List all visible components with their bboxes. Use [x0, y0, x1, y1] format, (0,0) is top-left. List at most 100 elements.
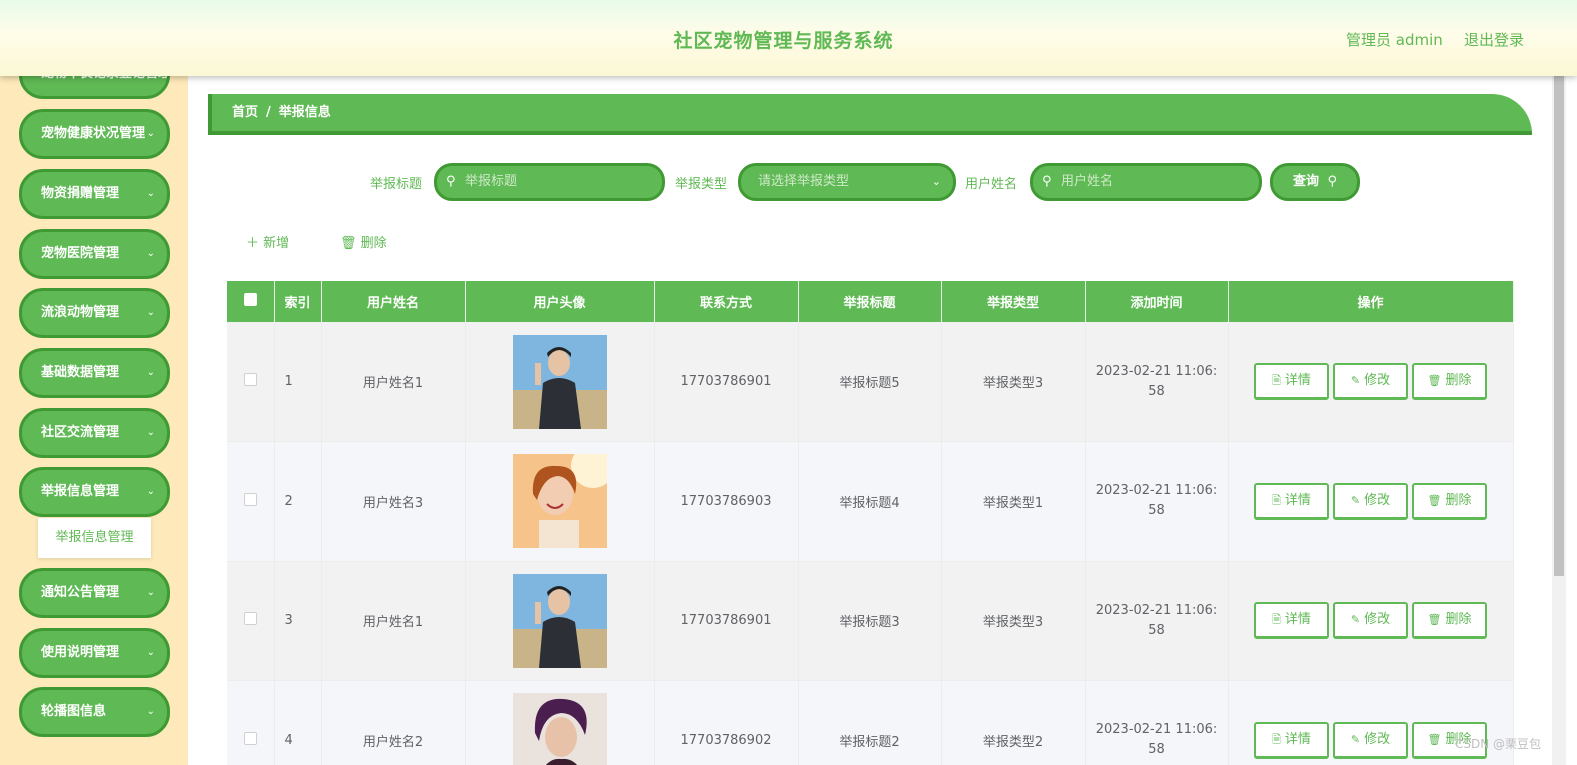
- column-header: 联系方式: [654, 281, 799, 322]
- search-icon: ⚲: [1327, 174, 1338, 189]
- edit-button[interactable]: ✎ 修改: [1333, 482, 1408, 520]
- delete-button[interactable]: 🗑 删除: [1412, 602, 1487, 640]
- bulk-delete-button[interactable]: 🗑 删除: [340, 232, 387, 251]
- submenu-item-report[interactable]: 举报信息管理: [38, 518, 151, 558]
- sidebar-item-label: 通知公告管理: [41, 585, 120, 600]
- select-all-checkbox[interactable]: [243, 293, 257, 306]
- breadcrumb: 首页 / 举报信息: [208, 94, 1532, 135]
- edit-button[interactable]: ✎ 修改: [1333, 721, 1408, 759]
- sidebar-item-label: 社区交流管理: [41, 425, 120, 440]
- chevron-down-icon: ⌄: [146, 647, 155, 658]
- name-cell: 用户姓名3: [321, 441, 466, 562]
- sidebar-item-basic-data[interactable]: 基础数据管理 ⌄: [19, 348, 170, 398]
- row-checkbox[interactable]: [243, 731, 257, 745]
- query-button-label: 查询: [1292, 174, 1319, 189]
- detail-label: 详情: [1284, 612, 1311, 628]
- delete-button[interactable]: 🗑 删除: [1412, 482, 1487, 520]
- title-cell: 举报标题3: [798, 561, 942, 681]
- sidebar-item-notice[interactable]: 通知公告管理 ⌄: [19, 568, 170, 618]
- sidebar-item-label: 宠物健康状况管理: [41, 126, 146, 141]
- detail-button[interactable]: 🗎 详情: [1254, 482, 1329, 520]
- sidebar-item-report[interactable]: 举报信息管理 ⌄: [19, 467, 170, 517]
- row-checkbox[interactable]: [243, 373, 257, 386]
- sidebar-item-stray-animal[interactable]: 流浪动物管理 ⌄: [19, 288, 170, 338]
- pencil-icon: ✎: [1350, 374, 1361, 387]
- trash-icon: 🗑: [1427, 493, 1442, 507]
- sidebar-item-instructions[interactable]: 使用说明管理 ⌄: [19, 628, 170, 678]
- delete-button[interactable]: 🗑 删除: [1412, 363, 1487, 400]
- chevron-down-icon: ⌄: [146, 307, 155, 318]
- sidebar-item-donation[interactable]: 物资捐赠管理 ⌄: [19, 169, 170, 219]
- column-header: 举报标题: [798, 281, 942, 322]
- sidebar-item-label: 物资捐赠管理: [41, 186, 120, 201]
- report-title-placeholder: 举报标题: [465, 174, 518, 189]
- avatar-cell: [465, 561, 655, 681]
- report-type-select[interactable]: 请选择举报类型 ⌄: [738, 163, 956, 201]
- index-cell: 3: [274, 561, 322, 681]
- time-cell: 2023-02-21 11:06:58: [1085, 680, 1229, 765]
- chevron-down-icon: ⌄: [146, 427, 155, 438]
- avatar-cell: [465, 322, 655, 442]
- document-icon: 🗎: [1272, 613, 1281, 627]
- edit-button[interactable]: ✎ 修改: [1333, 363, 1408, 400]
- sidebar-item-label: 使用说明管理: [41, 645, 120, 660]
- table-row: 4 用户姓名2 17703786902 举报标题2 举报类型2 2023-02-…: [227, 680, 1514, 765]
- table-row: 3 用户姓名1 17703786901 举报标题3 举报类型3 2023-02-…: [227, 561, 1514, 681]
- name-cell: 用户姓名1: [321, 322, 466, 442]
- watermark: CSDN @栗豆包: [1455, 737, 1542, 751]
- scrollbar-thumb[interactable]: [1554, 76, 1564, 576]
- row-select-cell: [227, 680, 275, 765]
- breadcrumb-separator: /: [266, 105, 271, 120]
- sidebar-item-pet-hospital[interactable]: 宠物医院管理 ⌄: [19, 229, 170, 279]
- column-header: 添加时间: [1085, 281, 1229, 322]
- plus-icon: ＋: [246, 236, 260, 251]
- sidebar-item-label: 轮播图信息: [41, 704, 107, 719]
- report-type-label: 举报类型: [675, 177, 728, 192]
- admin-label: 管理员 admin: [1346, 31, 1443, 49]
- sidebar-item-label: 举报信息管理: [41, 484, 120, 499]
- avatar: [512, 334, 607, 429]
- detail-button[interactable]: 🗎 详情: [1254, 602, 1329, 640]
- top-header: 社区宠物管理与服务系统 管理员 admin 退出登录: [0, 0, 1577, 76]
- query-button[interactable]: 查询 ⚲: [1270, 163, 1360, 201]
- pencil-icon: ✎: [1350, 732, 1361, 746]
- avatar: [512, 454, 607, 549]
- detail-label: 详情: [1284, 373, 1311, 388]
- sidebar-item-label: 基础数据管理: [41, 365, 120, 380]
- detail-button[interactable]: 🗎 详情: [1254, 363, 1329, 400]
- operations-cell: 🗎 详情 ✎ 修改 🗑 删除: [1228, 680, 1514, 765]
- edit-button[interactable]: ✎ 修改: [1333, 602, 1408, 640]
- report-title-input[interactable]: ⚲ 举报标题: [434, 163, 665, 201]
- sidebar-item-pet-health[interactable]: 宠物健康状况管理 ⌄: [19, 109, 170, 159]
- row-checkbox[interactable]: [243, 612, 257, 626]
- name-cell: 用户姓名1: [321, 561, 466, 681]
- user-name-input[interactable]: ⚲ 用户姓名: [1030, 163, 1262, 201]
- add-button[interactable]: ＋ 新增: [246, 232, 289, 251]
- phone-cell: 17703786902: [654, 680, 799, 765]
- detail-label: 详情: [1284, 492, 1311, 508]
- column-header: 举报类型: [941, 281, 1086, 322]
- chevron-down-icon: ⌄: [146, 587, 155, 598]
- phone-cell: 17703786903: [654, 441, 799, 562]
- row-select-cell: [227, 322, 275, 442]
- edit-label: 修改: [1364, 492, 1391, 508]
- sidebar-item-label: 流浪动物管理: [41, 305, 120, 320]
- select-all-cell[interactable]: [227, 281, 275, 322]
- add-button-label: 新增: [263, 236, 290, 251]
- report-title-label: 举报标题: [370, 177, 423, 192]
- vertical-scrollbar[interactable]: [1552, 76, 1566, 765]
- sidebar-item-community[interactable]: 社区交流管理 ⌄: [19, 408, 170, 458]
- breadcrumb-current: 举报信息: [278, 105, 331, 120]
- row-checkbox[interactable]: [243, 492, 257, 506]
- time-cell: 2023-02-21 11:06:58: [1085, 322, 1229, 442]
- time-cell: 2023-02-21 11:06:58: [1085, 441, 1229, 562]
- search-icon: ⚲: [446, 174, 456, 189]
- logout-link[interactable]: 退出登录: [1464, 29, 1524, 50]
- trash-icon: 🗑: [1427, 732, 1442, 746]
- table-header-row: 索引 用户姓名 用户头像 联系方式 举报标题 举报类型 添加时间 操作: [227, 281, 1514, 322]
- search-icon: ⚲: [1042, 174, 1052, 189]
- sidebar-item-carousel[interactable]: 轮播图信息 ⌄: [19, 687, 170, 737]
- detail-button[interactable]: 🗎 详情: [1254, 721, 1329, 759]
- breadcrumb-home[interactable]: 首页: [232, 105, 258, 120]
- trash-icon: 🗑: [340, 236, 357, 251]
